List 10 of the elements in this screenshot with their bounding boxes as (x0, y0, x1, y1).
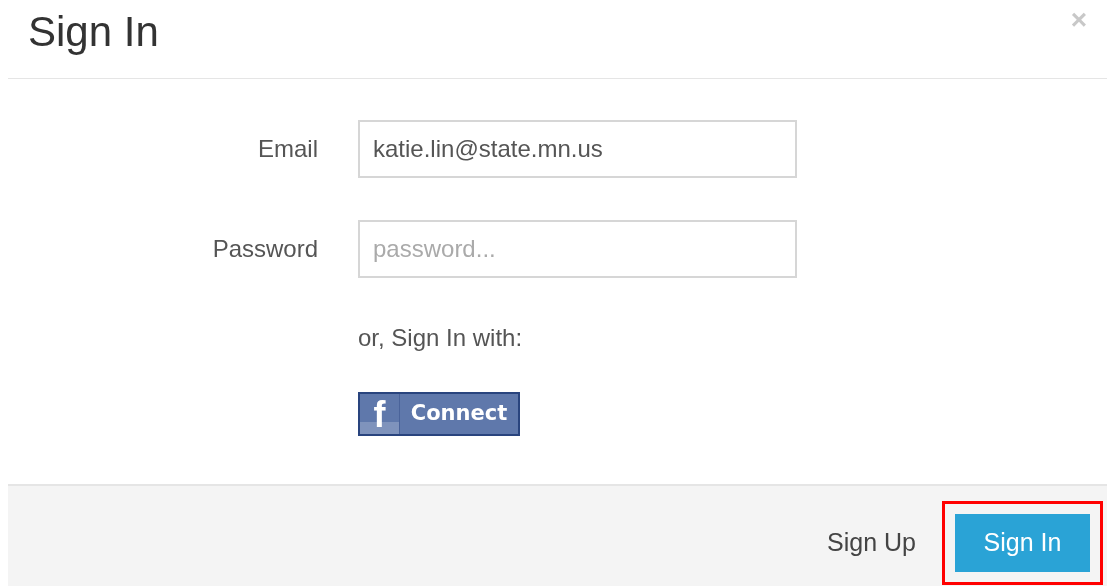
field-label: Password (211, 234, 318, 264)
field-label: Email (257, 134, 318, 164)
sign-in-button[interactable]: Sign In (955, 514, 1090, 572)
password-field[interactable]: password... (358, 220, 797, 278)
facebook-icon: f (360, 394, 400, 434)
dialog-title: Sign In (28, 7, 159, 57)
email-field[interactable]: katie.lin@state.mn.us (358, 120, 797, 178)
sign-up-link[interactable]: Sign Up (827, 524, 916, 562)
alt-sign-in-label: or, Sign In with: (358, 323, 523, 353)
facebook-connect-button[interactable]: f Connect (358, 392, 520, 436)
